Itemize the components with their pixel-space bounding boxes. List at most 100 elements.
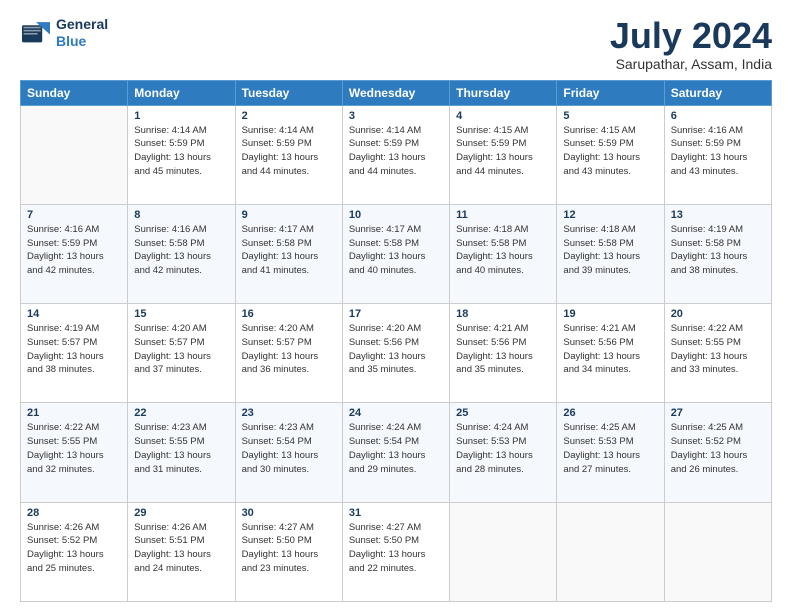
calendar-cell: 29 Sunrise: 4:26 AM Sunset: 5:51 PM Dayli… — [128, 502, 235, 601]
title-block: July 2024 Sarupathar, Assam, India — [610, 16, 772, 72]
day-number: 14 — [27, 308, 121, 320]
day-number: 13 — [671, 209, 765, 221]
day-info: Sunrise: 4:24 AM Sunset: 5:54 PM Dayligh… — [349, 421, 443, 476]
day-info: Sunrise: 4:23 AM Sunset: 5:54 PM Dayligh… — [242, 421, 336, 476]
calendar-cell: 22 Sunrise: 4:23 AM Sunset: 5:55 PM Dayli… — [128, 403, 235, 502]
day-info: Sunrise: 4:14 AM Sunset: 5:59 PM Dayligh… — [349, 124, 443, 179]
col-thursday: Thursday — [450, 80, 557, 105]
day-number: 4 — [456, 110, 550, 122]
day-number: 24 — [349, 407, 443, 419]
calendar-cell: 7 Sunrise: 4:16 AM Sunset: 5:59 PM Daylig… — [21, 204, 128, 303]
day-info: Sunrise: 4:23 AM Sunset: 5:55 PM Dayligh… — [134, 421, 228, 476]
day-number: 23 — [242, 407, 336, 419]
day-number: 25 — [456, 407, 550, 419]
day-info: Sunrise: 4:22 AM Sunset: 5:55 PM Dayligh… — [671, 322, 765, 377]
calendar-cell: 12 Sunrise: 4:18 AM Sunset: 5:58 PM Dayli… — [557, 204, 664, 303]
day-number: 3 — [349, 110, 443, 122]
day-info: Sunrise: 4:16 AM Sunset: 5:59 PM Dayligh… — [27, 223, 121, 278]
day-info: Sunrise: 4:25 AM Sunset: 5:52 PM Dayligh… — [671, 421, 765, 476]
calendar-cell: 8 Sunrise: 4:16 AM Sunset: 5:58 PM Daylig… — [128, 204, 235, 303]
calendar-cell: 25 Sunrise: 4:24 AM Sunset: 5:53 PM Dayli… — [450, 403, 557, 502]
header-row: Sunday Monday Tuesday Wednesday Thursday… — [21, 80, 772, 105]
day-number: 30 — [242, 507, 336, 519]
week-row-0: 1 Sunrise: 4:14 AM Sunset: 5:59 PM Daylig… — [21, 105, 772, 204]
day-info: Sunrise: 4:27 AM Sunset: 5:50 PM Dayligh… — [349, 521, 443, 576]
page: General Blue July 2024 Sarupathar, Assam… — [0, 0, 792, 612]
col-monday: Monday — [128, 80, 235, 105]
day-number: 9 — [242, 209, 336, 221]
calendar-cell: 10 Sunrise: 4:17 AM Sunset: 5:58 PM Dayli… — [342, 204, 449, 303]
day-number: 1 — [134, 110, 228, 122]
col-friday: Friday — [557, 80, 664, 105]
day-number: 16 — [242, 308, 336, 320]
day-info: Sunrise: 4:19 AM Sunset: 5:58 PM Dayligh… — [671, 223, 765, 278]
day-info: Sunrise: 4:16 AM Sunset: 5:58 PM Dayligh… — [134, 223, 228, 278]
week-row-4: 28Sunrise: 4:26 AM Sunset: 5:52 PM Dayli… — [21, 502, 772, 601]
day-number: 6 — [671, 110, 765, 122]
calendar-cell: 4 Sunrise: 4:15 AM Sunset: 5:59 PM Daylig… — [450, 105, 557, 204]
calendar-cell: 14 Sunrise: 4:19 AM Sunset: 5:57 PM Dayli… — [21, 304, 128, 403]
calendar-cell: 24 Sunrise: 4:24 AM Sunset: 5:54 PM Dayli… — [342, 403, 449, 502]
day-info: Sunrise: 4:21 AM Sunset: 5:56 PM Dayligh… — [456, 322, 550, 377]
calendar-cell: 5Sunrise: 4:15 AM Sunset: 5:59 PM Daylig… — [557, 105, 664, 204]
day-info: Sunrise: 4:22 AM Sunset: 5:55 PM Dayligh… — [27, 421, 121, 476]
day-info: Sunrise: 4:19 AM Sunset: 5:57 PM Dayligh… — [27, 322, 121, 377]
calendar-table: Sunday Monday Tuesday Wednesday Thursday… — [20, 80, 772, 602]
day-info: Sunrise: 4:17 AM Sunset: 5:58 PM Dayligh… — [242, 223, 336, 278]
week-row-1: 7 Sunrise: 4:16 AM Sunset: 5:59 PM Daylig… — [21, 204, 772, 303]
calendar-cell: 17Sunrise: 4:20 AM Sunset: 5:56 PM Dayli… — [342, 304, 449, 403]
day-number: 15 — [134, 308, 228, 320]
calendar-cell: 3 Sunrise: 4:14 AM Sunset: 5:59 PM Daylig… — [342, 105, 449, 204]
day-number: 7 — [27, 209, 121, 221]
calendar-cell: 1 Sunrise: 4:14 AM Sunset: 5:59 PM Daylig… — [128, 105, 235, 204]
calendar-cell: 6 Sunrise: 4:16 AM Sunset: 5:59 PM Daylig… — [664, 105, 771, 204]
day-info: Sunrise: 4:20 AM Sunset: 5:57 PM Dayligh… — [242, 322, 336, 377]
week-row-2: 14 Sunrise: 4:19 AM Sunset: 5:57 PM Dayli… — [21, 304, 772, 403]
logo-icon — [20, 19, 52, 47]
day-info: Sunrise: 4:18 AM Sunset: 5:58 PM Dayligh… — [456, 223, 550, 278]
calendar-cell — [664, 502, 771, 601]
day-number: 29 — [134, 507, 228, 519]
month-title: July 2024 — [610, 16, 772, 56]
logo: General Blue — [20, 16, 108, 50]
day-info: Sunrise: 4:15 AM Sunset: 5:59 PM Dayligh… — [456, 124, 550, 179]
day-info: Sunrise: 4:14 AM Sunset: 5:59 PM Dayligh… — [242, 124, 336, 179]
calendar-cell: 27Sunrise: 4:25 AM Sunset: 5:52 PM Dayli… — [664, 403, 771, 502]
day-info: Sunrise: 4:26 AM Sunset: 5:52 PM Dayligh… — [27, 521, 121, 576]
calendar-cell: 30 Sunrise: 4:27 AM Sunset: 5:50 PM Dayli… — [235, 502, 342, 601]
calendar-cell: 2 Sunrise: 4:14 AM Sunset: 5:59 PM Daylig… — [235, 105, 342, 204]
calendar-cell: 31Sunrise: 4:27 AM Sunset: 5:50 PM Dayli… — [342, 502, 449, 601]
col-saturday: Saturday — [664, 80, 771, 105]
day-info: Sunrise: 4:20 AM Sunset: 5:57 PM Dayligh… — [134, 322, 228, 377]
day-number: 22 — [134, 407, 228, 419]
calendar-cell: 11Sunrise: 4:18 AM Sunset: 5:58 PM Dayli… — [450, 204, 557, 303]
calendar-cell — [21, 105, 128, 204]
day-info: Sunrise: 4:24 AM Sunset: 5:53 PM Dayligh… — [456, 421, 550, 476]
day-number: 10 — [349, 209, 443, 221]
calendar-cell: 26Sunrise: 4:25 AM Sunset: 5:53 PM Dayli… — [557, 403, 664, 502]
day-number: 18 — [456, 308, 550, 320]
day-info: Sunrise: 4:26 AM Sunset: 5:51 PM Dayligh… — [134, 521, 228, 576]
week-row-3: 21Sunrise: 4:22 AM Sunset: 5:55 PM Dayli… — [21, 403, 772, 502]
day-info: Sunrise: 4:15 AM Sunset: 5:59 PM Dayligh… — [563, 124, 657, 179]
day-info: Sunrise: 4:18 AM Sunset: 5:58 PM Dayligh… — [563, 223, 657, 278]
calendar: Sunday Monday Tuesday Wednesday Thursday… — [20, 80, 772, 602]
day-info: Sunrise: 4:14 AM Sunset: 5:59 PM Dayligh… — [134, 124, 228, 179]
day-info: Sunrise: 4:25 AM Sunset: 5:53 PM Dayligh… — [563, 421, 657, 476]
day-info: Sunrise: 4:27 AM Sunset: 5:50 PM Dayligh… — [242, 521, 336, 576]
col-tuesday: Tuesday — [235, 80, 342, 105]
col-wednesday: Wednesday — [342, 80, 449, 105]
day-number: 2 — [242, 110, 336, 122]
calendar-cell: 9 Sunrise: 4:17 AM Sunset: 5:58 PM Daylig… — [235, 204, 342, 303]
day-number: 19 — [563, 308, 657, 320]
day-number: 8 — [134, 209, 228, 221]
calendar-cell — [557, 502, 664, 601]
calendar-cell: 28Sunrise: 4:26 AM Sunset: 5:52 PM Dayli… — [21, 502, 128, 601]
day-info: Sunrise: 4:16 AM Sunset: 5:59 PM Dayligh… — [671, 124, 765, 179]
location: Sarupathar, Assam, India — [610, 56, 772, 72]
logo-text: General Blue — [56, 16, 108, 50]
day-info: Sunrise: 4:21 AM Sunset: 5:56 PM Dayligh… — [563, 322, 657, 377]
day-info: Sunrise: 4:17 AM Sunset: 5:58 PM Dayligh… — [349, 223, 443, 278]
calendar-cell: 15 Sunrise: 4:20 AM Sunset: 5:57 PM Dayli… — [128, 304, 235, 403]
day-number: 12 — [563, 209, 657, 221]
